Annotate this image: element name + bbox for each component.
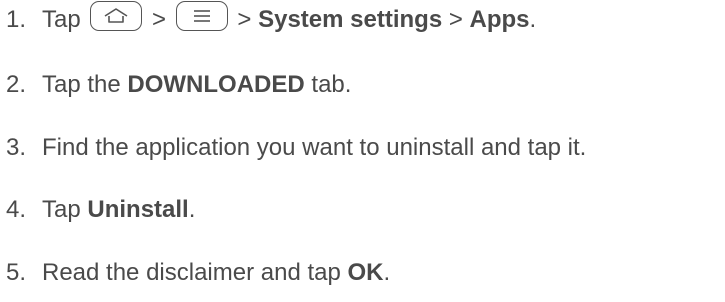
- step-2: 2. Tap the DOWNLOADED tab.: [0, 67, 351, 103]
- step-words: Read the disclaimer and tap: [42, 259, 341, 286]
- step-words: Tap the: [42, 71, 121, 98]
- step-text: Tap the DOWNLOADED tab.: [42, 71, 351, 99]
- separator: >: [237, 6, 252, 33]
- ok-label: OK: [347, 259, 384, 286]
- step-5: 5. Read the disclaimer and tap OK .: [0, 255, 390, 291]
- step-text: Tap Uninstall .: [42, 196, 195, 224]
- step-number: 4.: [6, 196, 27, 223]
- step-4: 4. Tap Uninstall .: [0, 192, 195, 228]
- instruction-steps: 1. Tap > > System settings > Apps . 2. T…: [0, 0, 725, 302]
- step-number: 3.: [6, 134, 27, 161]
- step-word: Tap: [42, 6, 81, 33]
- step-word: Tap: [42, 196, 81, 223]
- step-text: Read the disclaimer and tap OK .: [42, 259, 390, 287]
- step-text: Tap > > System settings > Apps .: [42, 1, 537, 35]
- uninstall-label: Uninstall: [87, 196, 189, 223]
- step-number: 1.: [6, 6, 27, 33]
- step-number: 2.: [6, 71, 27, 98]
- step-1: 1. Tap > > System settings > Apps .: [0, 1, 537, 38]
- period: .: [383, 259, 391, 286]
- downloaded-tab-label: DOWNLOADED: [127, 71, 305, 98]
- step-number: 5.: [6, 259, 27, 286]
- menu-key-icon: [175, 1, 228, 31]
- system-settings-label: System settings: [258, 6, 443, 33]
- period: .: [529, 6, 537, 33]
- step-words: tab.: [311, 71, 352, 98]
- step-text: Find the application you want to uninsta…: [42, 134, 587, 161]
- period: .: [188, 196, 196, 223]
- apps-label: Apps: [469, 6, 530, 33]
- home-key-icon: [90, 1, 143, 31]
- separator: >: [152, 6, 167, 33]
- step-3: 3. Find the application you want to unin…: [0, 130, 586, 166]
- separator: >: [448, 6, 463, 33]
